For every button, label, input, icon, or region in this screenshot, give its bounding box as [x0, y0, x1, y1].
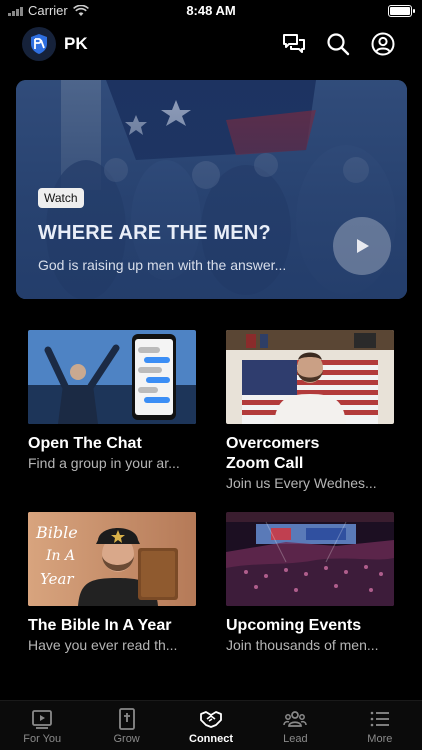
play-button[interactable] — [333, 217, 391, 275]
app-logo[interactable] — [22, 27, 56, 61]
play-icon — [357, 239, 369, 253]
card-thumbnail — [28, 330, 196, 424]
card-thumbnail: Bible In A Year — [28, 512, 196, 606]
menu-icon — [370, 711, 389, 727]
card-thumbnail — [226, 512, 394, 606]
search-icon[interactable] — [325, 31, 351, 57]
brand-name: PK — [64, 34, 88, 53]
tab-label: More — [367, 733, 393, 745]
tab-label: Lead — [283, 733, 308, 745]
hero-subtitle: God is raising up men with the answer... — [38, 257, 287, 273]
card-bible-in-a-year[interactable]: Bible In A Year The Bible In A Year Have… — [28, 512, 196, 653]
bible-icon — [118, 708, 135, 730]
tab-bar: For You Grow Connect Lead More — [0, 700, 422, 750]
watch-badge: Watch — [38, 188, 84, 208]
card-upcoming-events[interactable]: Upcoming Events Join thousands of men... — [226, 512, 394, 653]
chat-icon[interactable] — [281, 31, 307, 57]
chat-phone-image — [28, 330, 196, 424]
card-subtitle: Join us Every Wednes... — [226, 475, 377, 491]
events-image — [226, 512, 394, 606]
bible-in-a-year-image: Bible In A Year — [28, 512, 196, 606]
card-subtitle: Join thousands of men... — [226, 637, 379, 653]
hero-title: WHERE ARE THE MEN? — [38, 222, 271, 244]
video-icon — [32, 710, 53, 729]
logo-emblem-icon — [31, 34, 47, 54]
app-header: PK — [0, 24, 422, 64]
svg-text:In A: In A — [45, 548, 75, 564]
tab-lead[interactable]: Lead — [253, 701, 337, 750]
svg-text:Year: Year — [40, 570, 74, 588]
tab-grow[interactable]: Grow — [84, 701, 168, 750]
tab-connect[interactable]: Connect — [169, 701, 253, 750]
hero-banner[interactable]: Watch WHERE ARE THE MEN? God is raising … — [16, 80, 407, 299]
card-title: Open The Chat — [28, 435, 142, 452]
card-title: Upcoming Events — [226, 617, 362, 634]
tab-label: Grow — [113, 733, 140, 745]
status-bar: Carrier 8:48 AM — [0, 0, 422, 22]
battery-icon — [388, 5, 415, 17]
tab-for-you[interactable]: For You — [0, 701, 84, 750]
tab-label: For You — [23, 733, 62, 745]
group-icon — [283, 711, 308, 727]
card-subtitle: Find a group in your ar... — [28, 455, 180, 471]
handshake-icon — [200, 711, 222, 728]
card-thumbnail — [226, 330, 394, 424]
tab-label: Connect — [189, 733, 234, 745]
card-subtitle: Have you ever read th... — [28, 637, 178, 653]
card-open-the-chat[interactable]: Open The Chat Find a group in your ar... — [28, 330, 196, 471]
tab-more[interactable]: More — [338, 701, 422, 750]
zoom-call-image — [226, 330, 394, 424]
card-title: The Bible In A Year — [28, 617, 172, 634]
profile-icon[interactable] — [370, 31, 396, 57]
svg-text:Bible: Bible — [35, 523, 78, 542]
status-time: 8:48 AM — [186, 3, 236, 18]
card-overcomers-zoom-call[interactable]: Overcomers Zoom Call Join us Every Wedne… — [226, 330, 394, 491]
card-title: Overcomers Zoom Call — [226, 435, 320, 472]
